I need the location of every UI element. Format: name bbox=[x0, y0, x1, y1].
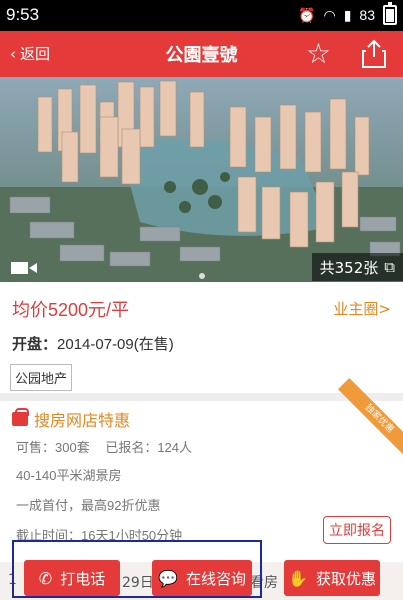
apply-now-button[interactable]: 立即报名 bbox=[323, 516, 391, 544]
get-offer-button[interactable]: ✋ 获取优惠 bbox=[284, 560, 380, 596]
gallery-icon: ⧉ bbox=[384, 258, 395, 276]
promo-discount: 一成首付，最高92折优惠 bbox=[16, 498, 161, 513]
wifi-icon: ◠ bbox=[323, 6, 336, 23]
hand-icon: ✋ bbox=[288, 568, 308, 588]
opening-date-row: 开盘：2014-07-09(在售) bbox=[12, 333, 174, 354]
registered-count: 已报名：124人 bbox=[105, 440, 193, 455]
title-bar: ‹ 返回 公園壹號 ☆ bbox=[0, 31, 403, 77]
promo-title: 搜房网店特惠 bbox=[34, 411, 131, 430]
promo-stats: 可售：300套 已报名：124人 bbox=[16, 437, 192, 456]
phone-icon: ✆ bbox=[38, 568, 53, 588]
favorite-star-icon[interactable]: ☆ bbox=[306, 37, 331, 70]
online-consult-button[interactable]: 💬 在线咨询 bbox=[152, 560, 252, 596]
status-time: 9:53 bbox=[6, 5, 40, 24]
consult-label: 在线咨询 bbox=[185, 569, 246, 588]
promo-feature: 40-140平米湖景房 bbox=[16, 468, 122, 483]
call-label: 打电话 bbox=[60, 569, 106, 588]
alarm-icon: ⏰ bbox=[298, 6, 316, 23]
price-row: 均价5200元/平 业主圈> bbox=[0, 282, 403, 332]
battery-icon bbox=[383, 2, 397, 25]
photo-count-label: 共352张 bbox=[319, 258, 379, 277]
exclusive-ribbon: 独家优惠 bbox=[337, 377, 403, 461]
status-icons: ⏰ ◠ ▮ 83 bbox=[298, 2, 397, 25]
opening-value: 2014-07-09(在售) bbox=[57, 336, 174, 353]
promo-deadline: 截止时间：16天1小时50分钟 bbox=[16, 528, 183, 543]
share-icon[interactable] bbox=[361, 39, 387, 69]
gift-bag-icon bbox=[12, 408, 29, 426]
offer-label: 获取优惠 bbox=[315, 569, 376, 588]
signal-icon: ▮ bbox=[343, 6, 352, 23]
average-price: 均价5200元/平 bbox=[12, 300, 130, 320]
developer-tag[interactable]: 公园地产 bbox=[10, 364, 73, 391]
available-count: 可售：300套 bbox=[16, 440, 90, 455]
page-title: 公園壹號 bbox=[165, 45, 238, 66]
photo-count-badge[interactable]: 共352张 ⧉ bbox=[311, 253, 403, 281]
carousel-dot bbox=[198, 273, 205, 279]
bottom-action-bar: ✆ 打电话 💬 在线咨询 ✋ 获取优惠 bbox=[0, 556, 403, 600]
owner-circle-link[interactable]: 业主圈> bbox=[333, 298, 391, 319]
status-bar: 9:53 ⏰ ◠ ▮ 83 bbox=[0, 0, 403, 31]
opening-label: 开盘： bbox=[12, 336, 58, 353]
chat-bubble-icon: 💬 bbox=[158, 568, 178, 588]
call-button[interactable]: ✆ 打电话 bbox=[24, 560, 120, 596]
aerial-rendering-image bbox=[0, 77, 403, 282]
promo-title-row: 搜房网店特惠 bbox=[12, 407, 130, 431]
battery-level: 83 bbox=[359, 7, 375, 23]
property-photo[interactable]: 共352张 ⧉ bbox=[0, 77, 403, 282]
